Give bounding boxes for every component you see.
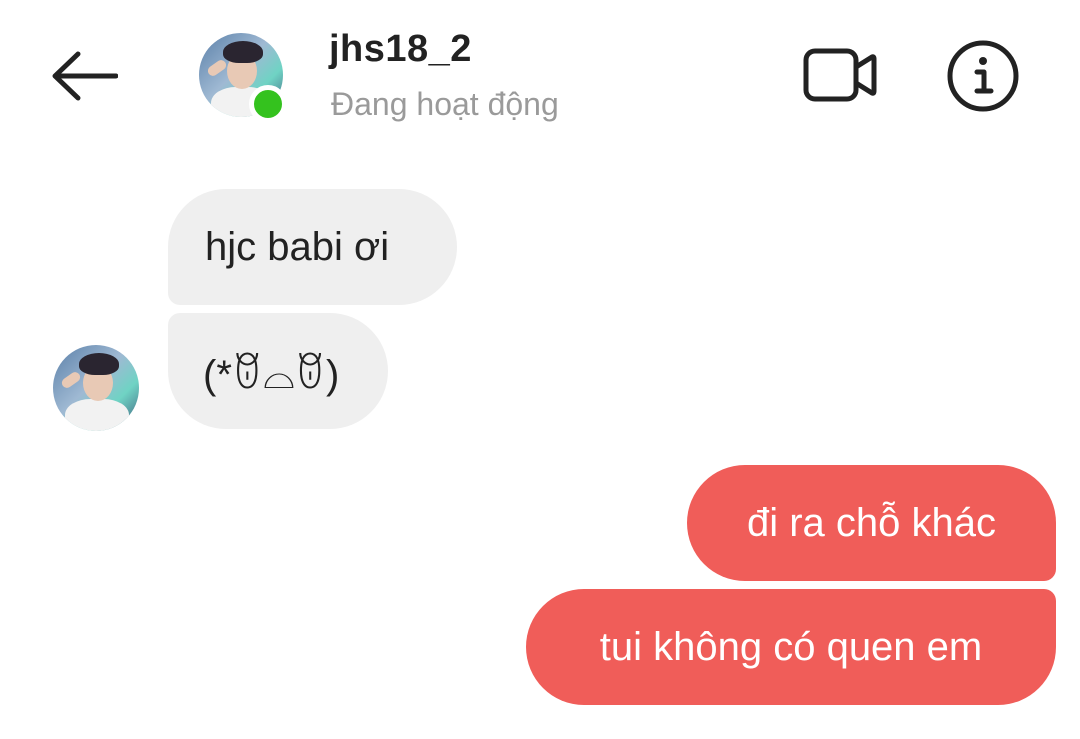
message-text: hjc babi ơi: [205, 224, 390, 269]
outgoing-message[interactable]: tui không có quen em: [526, 589, 1056, 705]
online-status-dot: [249, 85, 287, 123]
outgoing-message[interactable]: đi ra chỗ khác: [687, 465, 1056, 581]
arrow-left-icon: [52, 51, 118, 101]
chat-screen: jhs18_2 Đang hoạt động hjc babi ơi (*ꆤ⌓ꆤ…: [0, 0, 1080, 739]
video-call-icon: [803, 48, 877, 102]
message-text: tui không có quen em: [599, 624, 983, 669]
info-button[interactable]: [945, 38, 1021, 114]
contact-status: Đang hoạt động: [331, 86, 559, 122]
video-call-button[interactable]: [800, 42, 880, 108]
info-icon: [947, 40, 1019, 112]
incoming-message[interactable]: hjc babi ơi: [168, 189, 457, 305]
contact-avatar-group[interactable]: [199, 33, 289, 123]
message-text: đi ra chỗ khác: [746, 500, 997, 545]
incoming-message[interactable]: (*ꆤ⌓ꆤ): [168, 313, 388, 429]
sender-avatar[interactable]: [53, 345, 139, 431]
message-text: (*ꆤ⌓ꆤ): [203, 352, 340, 397]
back-button[interactable]: [46, 44, 122, 108]
contact-name[interactable]: jhs18_2: [329, 28, 472, 71]
